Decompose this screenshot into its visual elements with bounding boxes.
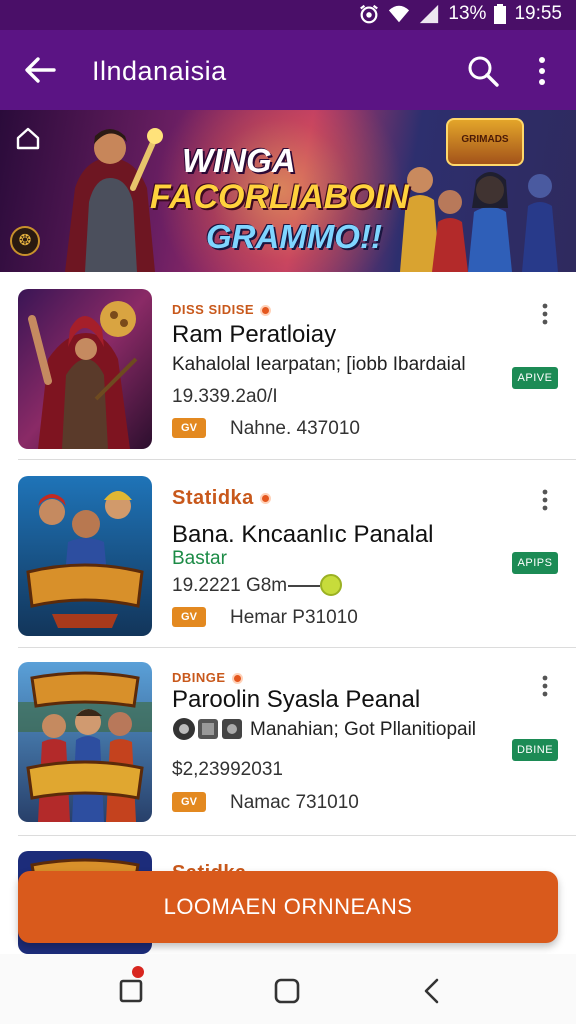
banner-headline-1: WINGA <box>182 142 296 179</box>
developer-label: DISS SIDISE <box>172 302 272 317</box>
more-vert-icon[interactable] <box>530 54 554 88</box>
page-title: Ilndanaisia <box>92 56 227 86</box>
rating-tag: GV <box>172 418 206 438</box>
app-price: 19.339.2a0/I <box>172 386 278 407</box>
app-subtitle: Kahalolal Iearpatan; [iobb Ibardaial <box>172 354 466 375</box>
tag-text: Hemar P31010 <box>230 607 358 628</box>
list-item[interactable]: Statidka Bana. Kncaanlıc Panalal Bastar … <box>0 460 576 648</box>
app-title: Ram Peratloiay <box>172 321 337 348</box>
more-vert-icon[interactable] <box>536 674 554 698</box>
app-thumbnail <box>18 476 152 636</box>
feature-icons <box>173 718 242 740</box>
app-thumbnail <box>18 289 152 449</box>
banner-headline-2: FACORLIABOIN <box>150 178 409 216</box>
search-icon[interactable] <box>466 54 500 88</box>
app-subtitle: Manahian; Got Pllanitiopail <box>250 719 477 740</box>
tag-text: Nahne. 437010 <box>230 418 360 439</box>
medal-icon: ❂ <box>10 226 40 256</box>
status-bar: 13% 19:55 <box>0 0 576 30</box>
banner-team-illustration <box>400 167 558 272</box>
recents-icon[interactable] <box>116 976 146 1006</box>
banner-crest-logo: GRIMADS <box>446 118 524 166</box>
developer-label: Statidka <box>172 487 271 510</box>
home-icon[interactable] <box>272 976 302 1006</box>
status-pill[interactable]: DBINE <box>512 739 558 761</box>
badge-dot-icon <box>260 305 272 317</box>
app-price: 19.2221 G8m <box>172 575 288 596</box>
back-icon[interactable] <box>418 976 448 1006</box>
banner-hero-illustration <box>65 128 163 272</box>
cell-signal-icon <box>420 4 439 24</box>
promo-banner[interactable]: GRIMADS WINGA FACORLIABOIN GRAMMO!! ❂ <box>0 110 576 272</box>
tag-text: Namac 731010 <box>230 792 359 813</box>
status-pill[interactable]: APIVE <box>512 367 558 389</box>
badge-dot-icon <box>231 673 243 685</box>
more-vert-icon[interactable] <box>536 302 554 326</box>
back-arrow-icon[interactable] <box>22 52 58 88</box>
status-pill[interactable]: APIPS <box>512 552 558 574</box>
primary-action-button[interactable]: LOOMAEN ORNNEANS <box>18 871 558 943</box>
developer-label: DBINGE <box>172 670 243 685</box>
notification-dot <box>132 966 144 978</box>
clock: 19:55 <box>514 3 562 24</box>
rating-tag: GV <box>172 607 206 627</box>
rating-tag: GV <box>172 792 206 812</box>
list-item[interactable]: DBINGE Paroolin Syasla Peanal Manahian; … <box>0 648 576 836</box>
battery-icon <box>494 4 507 24</box>
list-item[interactable]: DISS SIDISE Ram Peratloiay Kahalolal Iea… <box>0 272 576 460</box>
app-subtitle: Bastar <box>172 548 227 569</box>
system-nav-bar <box>0 954 576 1024</box>
more-vert-icon[interactable] <box>536 488 554 512</box>
badge-dot-icon <box>259 493 271 505</box>
wifi-icon <box>389 5 410 23</box>
home-outline-icon <box>16 127 40 150</box>
slider-knob[interactable] <box>320 574 342 596</box>
app-title: Paroolin Syasla Peanal <box>172 686 421 713</box>
battery-percent: 13% <box>448 3 487 24</box>
alarm-icon <box>360 4 379 24</box>
app-title: Bana. Kncaanlıc Panalal <box>172 521 434 548</box>
app-bar: Ilndanaisia <box>0 30 576 110</box>
app-thumbnail <box>18 662 152 822</box>
app-price: $2,23992031 <box>172 759 283 780</box>
banner-headline-3: GRAMMO!! <box>206 218 382 255</box>
slider-track[interactable] <box>288 585 320 587</box>
